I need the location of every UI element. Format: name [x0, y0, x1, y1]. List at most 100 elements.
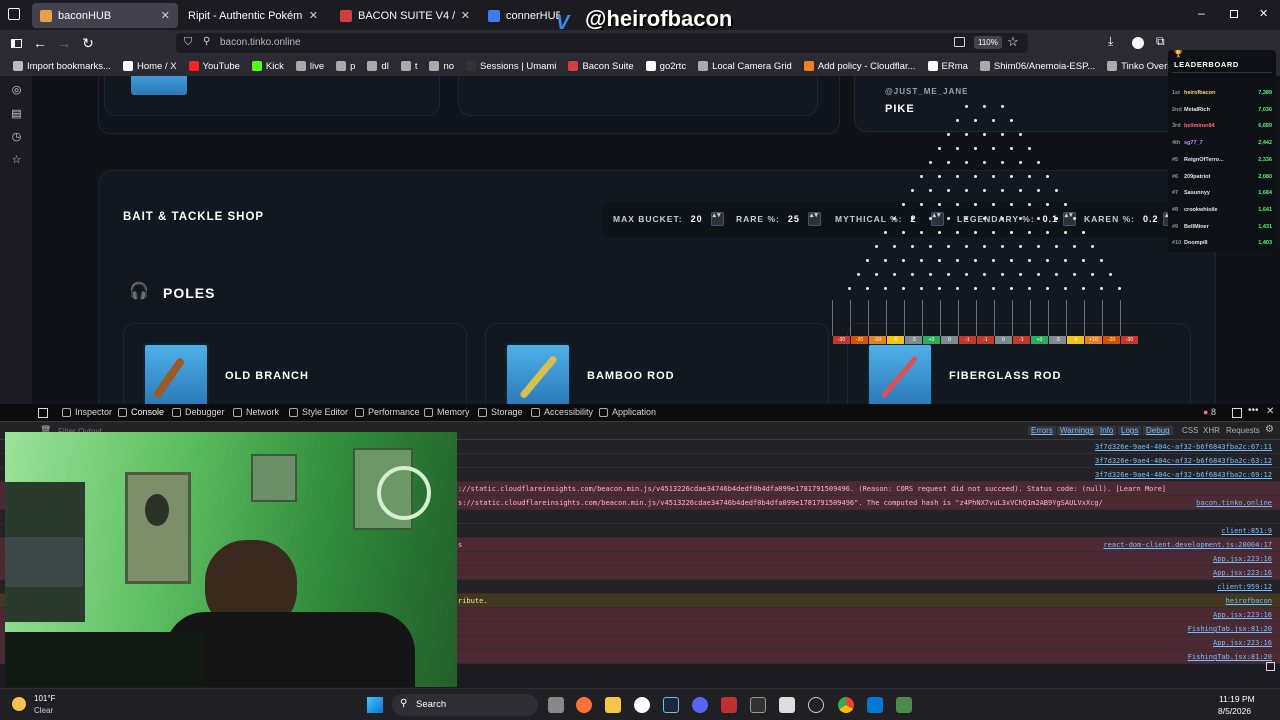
bookmark-star-icon[interactable]: ☆ [1007, 34, 1019, 50]
stream-app-icon[interactable] [721, 697, 737, 713]
sidebar-toggle-icon[interactable] [7, 34, 25, 52]
bookmark-item[interactable]: Add policy - Cloudflar... [799, 61, 921, 72]
zoom-level[interactable]: 110% [974, 36, 1002, 49]
steam-icon[interactable] [663, 697, 679, 713]
close-devtools-icon[interactable]: ✕ [1266, 406, 1274, 417]
weather-temp[interactable]: 101°F [34, 694, 55, 703]
close-tab-icon[interactable]: ✕ [303, 9, 318, 22]
file-explorer-icon[interactable] [605, 697, 621, 713]
setting-value-input[interactable]: 20 [691, 214, 711, 224]
log-filter-button[interactable]: CSS [1182, 426, 1198, 435]
reload-button[interactable]: ↻ [79, 34, 97, 52]
log-filter-button[interactable]: Requests [1226, 426, 1260, 435]
ai-chatbot-icon[interactable]: ◎ [10, 84, 23, 97]
number-stepper-icon[interactable]: ▴▾ [710, 212, 724, 226]
console-source-link[interactable]: FishingTab.jsx:81:20 [1188, 622, 1272, 636]
log-filter-button[interactable]: Errors [1028, 426, 1056, 435]
console-source-link[interactable]: heirofbacon [1226, 594, 1272, 608]
console-source-link[interactable]: client:851:9 [1221, 524, 1272, 538]
split-console-icon[interactable] [1266, 662, 1275, 671]
account-icon[interactable] [1132, 37, 1144, 49]
devtools-tab[interactable]: Console [118, 407, 164, 417]
bookmark-item[interactable]: p [331, 61, 360, 72]
extensions-icon[interactable]: ⧉ [1156, 34, 1165, 49]
devtools-tab[interactable]: Accessibility [531, 407, 593, 417]
console-source-link[interactable]: 3f7d326e-9ae4-404c-af32-b6f6843fba2c:63:… [1095, 454, 1272, 468]
bookmark-item[interactable]: no [424, 61, 459, 72]
log-filter-button[interactable]: XHR [1203, 426, 1220, 435]
console-source-link[interactable]: bacon.tinko.online [1196, 496, 1272, 510]
dock-icon[interactable] [1232, 408, 1242, 418]
minimize-button[interactable]: – [1198, 6, 1205, 20]
maximize-button[interactable] [1230, 10, 1238, 18]
task-view-icon[interactable] [548, 697, 564, 713]
start-button[interactable] [367, 697, 383, 713]
log-filter-button[interactable]: Info [1097, 426, 1117, 435]
pole-card[interactable]: BAMBOO ROD [485, 323, 829, 404]
vscode-icon[interactable] [867, 697, 883, 713]
console-source-link[interactable]: App.jsx:223:16 [1213, 608, 1272, 622]
back-button[interactable]: ← [31, 34, 49, 52]
downloads-icon[interactable]: ⤓ [1108, 34, 1113, 49]
chrome-icon[interactable] [838, 697, 854, 713]
clock-date[interactable]: 8/5/2026 [1218, 706, 1251, 716]
bookmark-item[interactable]: YouTube [184, 61, 245, 72]
number-stepper-icon[interactable]: ▴▾ [807, 212, 821, 226]
url-bar[interactable]: ⛉ ⚲ bacon.tinko.online 110% ☆ [176, 33, 1028, 53]
devtools-tab[interactable]: Network [233, 407, 279, 417]
console-source-link[interactable]: App.jsx:223:16 [1213, 566, 1272, 580]
close-window-button[interactable]: ✕ [1259, 7, 1268, 20]
shield-icon[interactable]: ⛉ [184, 36, 192, 49]
close-tab-icon[interactable]: ✕ [455, 9, 470, 22]
console-source-link[interactable]: FishingTab.jsx:81:20 [1188, 650, 1272, 664]
devtools-tab[interactable]: Memory [424, 407, 470, 417]
url-text[interactable]: bacon.tinko.online [220, 37, 301, 48]
bookmark-item[interactable]: Kick [247, 61, 289, 72]
app-icon[interactable] [896, 697, 912, 713]
bookmarks-icon[interactable]: ☆ [10, 154, 23, 167]
close-tab-icon[interactable]: ✕ [155, 9, 170, 22]
tab-ripit[interactable]: Ripit - Authentic Pokémon Pack Op ✕ [180, 3, 326, 28]
reader-view-icon[interactable] [954, 37, 965, 47]
forward-button[interactable]: → [55, 34, 73, 52]
devtools-tab[interactable]: Debugger [172, 407, 225, 417]
tab-connerhub[interactable]: connerHUB [480, 3, 560, 28]
bookmark-item[interactable]: live [291, 61, 329, 72]
xbox-icon[interactable] [634, 697, 650, 713]
tab-list-icon[interactable] [8, 8, 20, 20]
bookmark-item[interactable]: t [396, 61, 423, 72]
discord-icon[interactable] [692, 697, 708, 713]
bookmark-item[interactable]: Local Camera Grid [693, 61, 797, 72]
weather-desc[interactable]: Clear [34, 706, 53, 715]
clock-time[interactable]: 11:19 PM [1219, 694, 1255, 704]
log-filter-button[interactable]: Debug [1143, 426, 1173, 435]
log-filter-button[interactable]: Logs [1118, 426, 1142, 435]
pole-card[interactable]: OLD BRANCH [123, 323, 467, 404]
console-source-link[interactable]: client:959:12 [1217, 580, 1272, 594]
site-info-icon[interactable]: ⚲ [203, 36, 210, 47]
setting-value-input[interactable]: 25 [788, 214, 808, 224]
devtools-tab[interactable]: Application [599, 407, 656, 417]
devtools-tab[interactable]: Style Editor [289, 407, 348, 417]
console-source-link[interactable]: App.jsx:223:16 [1213, 636, 1272, 650]
devtools-tab[interactable]: Inspector [62, 407, 112, 417]
error-count-badge[interactable]: ● 8 [1203, 407, 1216, 417]
devtools-tab[interactable]: Storage [478, 407, 523, 417]
log-filter-button[interactable]: Warnings [1057, 426, 1097, 435]
firefox-icon[interactable] [576, 697, 592, 713]
tab-bacon-suite[interactable]: BACON SUITE V4 // COMMAND ✕ [332, 3, 478, 28]
console-source-link[interactable]: 3f7d326e-9ae4-404c-af32-b6f6843fba2c:69:… [1095, 468, 1272, 482]
notepad-icon[interactable] [779, 697, 795, 713]
console-source-link[interactable]: 3f7d326e-9ae4-404c-af32-b6f6843fba2c:67:… [1095, 440, 1272, 454]
console-source-link[interactable]: App.jsx:223:16 [1213, 552, 1272, 566]
element-picker-icon[interactable] [38, 408, 48, 418]
more-options-icon[interactable]: ••• [1248, 405, 1259, 416]
obs-icon[interactable] [808, 697, 824, 713]
bookmark-item[interactable]: Import bookmarks... [8, 61, 116, 72]
setting-value-input[interactable]: 0.2 [1143, 214, 1163, 224]
tab-baconhub[interactable]: baconHUB ✕ [32, 3, 178, 28]
console-source-link[interactable]: react-dom-client.development.js:28004:17 [1103, 538, 1272, 552]
taskbar-search[interactable]: ⚲ Search [392, 694, 538, 716]
bookmark-item[interactable]: Bacon Suite [563, 61, 638, 72]
bookmark-item[interactable]: Home / X [118, 61, 182, 72]
